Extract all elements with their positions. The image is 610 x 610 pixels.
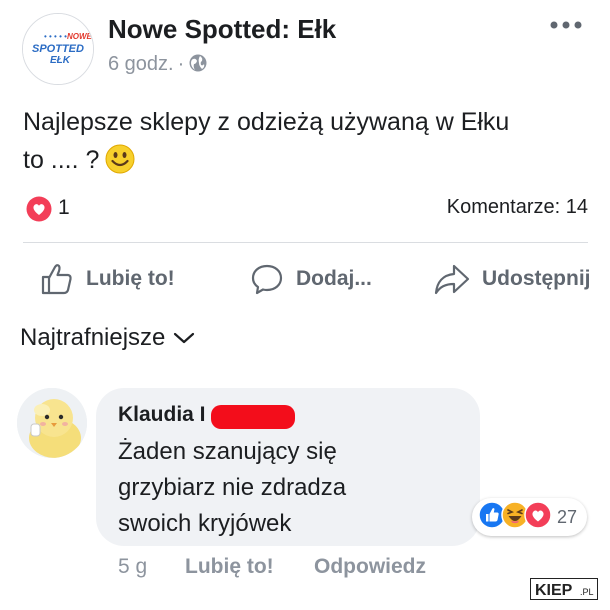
logo-middle: SPOTTED [32, 43, 84, 55]
comment-text: Żaden szanujący się grzybiarz nie zdradz… [118, 434, 346, 542]
comment-label: Dodaj... [296, 267, 372, 290]
speech-bubble-icon [251, 264, 283, 295]
smile-emoji-icon [105, 144, 135, 185]
comments-count[interactable]: Komentarze: 14 [447, 196, 588, 219]
share-button[interactable]: Udostępnij [434, 262, 591, 296]
comment-text-line-3: swoich kryjówek [118, 510, 292, 537]
post-text-line-1: Najlepsze sklepy z odzieżą używaną w Ełk… [23, 108, 510, 136]
love-reaction-icon [524, 500, 552, 534]
page-name[interactable]: Nowe Spotted: Ełk [108, 14, 336, 45]
divider [23, 242, 588, 243]
share-arrow-icon [434, 264, 470, 295]
kiep-watermark-logo: KIEP .PL [530, 578, 598, 600]
commenter-avatar[interactable] [17, 388, 87, 458]
sort-label: Najtrafniejsze [20, 324, 166, 351]
like-button[interactable]: Lubię to! [40, 262, 175, 296]
comment-text-line-1: Żaden szanujący się [118, 438, 337, 465]
globe-icon [188, 53, 208, 79]
svg-text:.PL: .PL [580, 587, 594, 597]
comment-like-button[interactable]: Lubię to! [185, 555, 274, 579]
comment-sort-selector[interactable]: Najtrafniejsze [20, 324, 195, 352]
comment-reactions-count: 27 [557, 506, 578, 527]
page-avatar[interactable]: • • • • • NOWE SPOTTED EŁK [22, 13, 94, 85]
like-label: Lubię to! [86, 267, 175, 290]
comment-reply-button[interactable]: Odpowiedz [314, 555, 426, 579]
logo-bottom: EŁK [50, 55, 71, 66]
meta-separator: · [177, 53, 185, 75]
more-options-icon[interactable] [548, 18, 584, 32]
comment-text-line-2: grzybiarz nie zdradza [118, 474, 347, 501]
reactions-count[interactable]: 1 [58, 196, 70, 220]
comment-time[interactable]: 5 g [118, 555, 147, 579]
share-label: Udostępnij [482, 267, 591, 290]
svg-text:KIEP: KIEP [535, 582, 573, 599]
comment-reactions-summary[interactable]: 27 [472, 498, 588, 536]
logo-dots: • • • • • [44, 32, 67, 41]
post-meta: 6 godz. · [108, 53, 208, 79]
spotted-elk-logo: • • • • • NOWE SPOTTED EŁK [23, 14, 93, 84]
post-time[interactable]: 6 godz. [108, 53, 174, 75]
post-text: Najlepsze sklepy z odzieżą używaną w Ełk… [23, 103, 583, 185]
thumbs-up-icon [41, 264, 72, 295]
name-redaction-bar [211, 405, 295, 429]
post-text-line-2: to .... ? [23, 146, 100, 174]
logo-top: NOWE [67, 32, 93, 41]
comment-button[interactable]: Dodaj... [250, 262, 372, 296]
chevron-down-icon [174, 332, 195, 344]
chick-avatar-icon [17, 388, 87, 458]
commenter-name[interactable]: Klaudia I [118, 403, 206, 427]
love-reaction-icon[interactable] [26, 196, 52, 227]
